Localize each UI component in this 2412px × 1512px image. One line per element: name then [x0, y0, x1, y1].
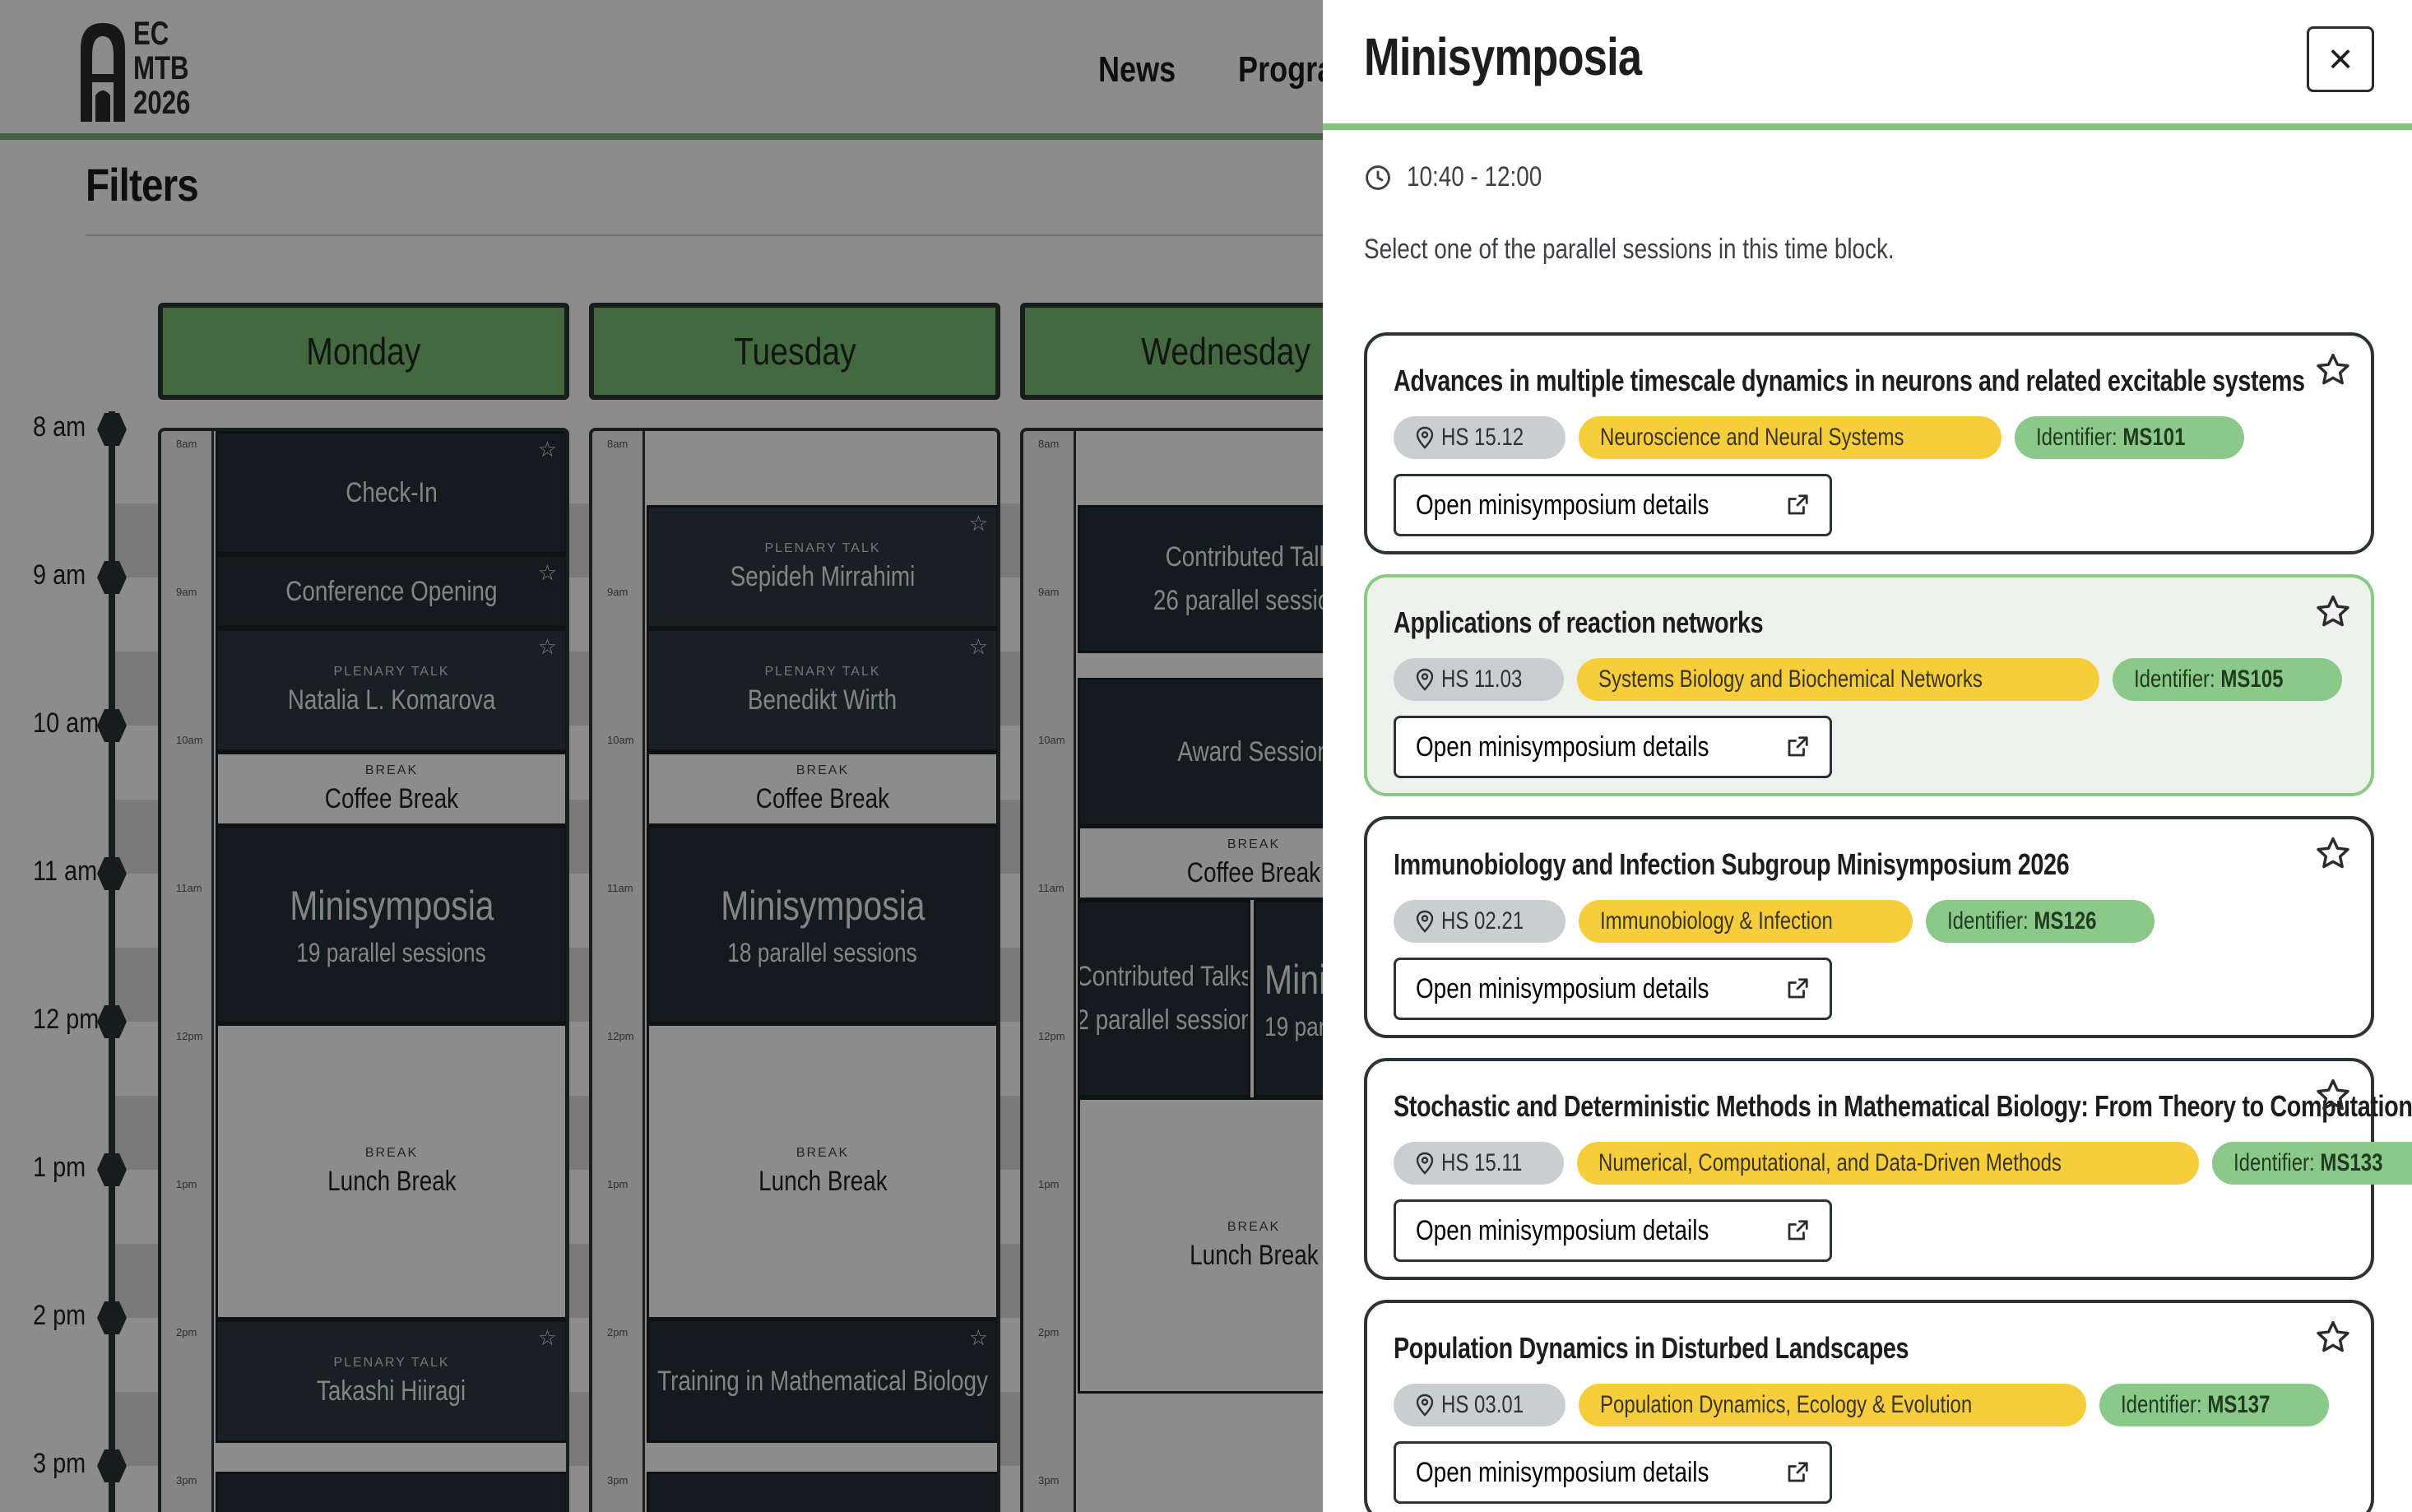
panel-intro: Select one of the parallel sessions in t… [1364, 234, 1895, 265]
topic-label: Neuroscience and Neural Systems [1600, 424, 1904, 451]
star-icon[interactable] [2313, 1318, 2353, 1357]
modal-backdrop[interactable] [0, 0, 1323, 1512]
external-link-icon [1788, 1462, 1808, 1482]
session-card[interactable]: Immunobiology and Infection Subgroup Min… [1364, 816, 2374, 1038]
topic-label: Numerical, Computational, and Data-Drive… [1598, 1149, 2062, 1176]
topic-chip: Immunobiology & Infection [1579, 900, 1913, 943]
open-details-button[interactable]: Open minisymposium details [1394, 1199, 1832, 1262]
close-button[interactable]: × [2307, 26, 2374, 92]
clock-icon [1366, 165, 1390, 190]
identifier-label: Identifier: [2134, 666, 2216, 693]
session-tags: HS 03.01 Population Dynamics, Ecology & … [1394, 1384, 2330, 1426]
topic-chip: Neuroscience and Neural Systems [1579, 416, 2001, 459]
room-chip: HS 03.01 [1394, 1384, 1566, 1426]
session-tags: HS 15.11 Numerical, Computational, and D… [1394, 1142, 2412, 1185]
open-details-button[interactable]: Open minisymposium details [1394, 958, 1832, 1020]
identifier-label: Identifier: [2121, 1391, 2203, 1418]
session-card[interactable]: Advances in multiple timescale dynamics … [1364, 332, 2374, 554]
session-title: Immunobiology and Infection Subgroup Min… [1394, 847, 2070, 881]
open-details-label: Open minisymposium details [1416, 1456, 1709, 1488]
identifier-value: MS133 [2319, 1149, 2382, 1176]
external-link-icon [1788, 736, 1808, 757]
location-pin-icon [1416, 1152, 1434, 1175]
location-pin-icon [1416, 1394, 1434, 1417]
open-details-label: Open minisymposium details [1416, 489, 1709, 521]
location-pin-icon [1416, 910, 1434, 933]
external-link-icon [1788, 494, 1808, 515]
identifier-value: MS137 [2207, 1391, 2271, 1418]
topic-chip: Population Dynamics, Ecology & Evolution [1579, 1384, 2087, 1426]
panel-title: Minisymposia [1364, 27, 1642, 86]
star-icon[interactable] [2313, 592, 2353, 632]
identifier-value: MS101 [2122, 424, 2186, 451]
topic-chip: Numerical, Computational, and Data-Drive… [1576, 1142, 2199, 1185]
room-label: HS 11.03 [1441, 666, 1523, 693]
open-details-button[interactable]: Open minisymposium details [1394, 716, 1832, 778]
identifier-label: Identifier: [2035, 424, 2117, 451]
identifier-chip: Identifier: MS126 [1925, 900, 2155, 943]
room-chip: HS 15.12 [1394, 416, 1566, 459]
location-pin-icon [1416, 668, 1434, 691]
time-range: 10:40 - 12:00 [1407, 161, 1542, 192]
room-chip: HS 15.11 [1394, 1142, 1564, 1185]
session-tags: HS 15.12 Neuroscience and Neural Systems… [1394, 416, 2244, 459]
location-pin-icon [1416, 426, 1434, 449]
star-icon[interactable] [2313, 350, 2353, 390]
room-chip: HS 11.03 [1394, 658, 1564, 701]
open-details-label: Open minisymposium details [1416, 1214, 1709, 1246]
identifier-chip: Identifier: MS105 [2113, 658, 2343, 701]
identifier-label: Identifier: [1946, 907, 2029, 935]
close-icon: × [2327, 35, 2354, 83]
external-link-icon [1788, 978, 1808, 999]
star-icon[interactable] [2313, 834, 2353, 874]
star-icon[interactable] [2313, 1076, 2353, 1115]
open-details-button[interactable]: Open minisymposium details [1394, 1441, 1832, 1504]
identifier-value: MS126 [2034, 907, 2097, 935]
identifier-chip: Identifier: MS101 [2014, 416, 2244, 459]
open-details-label: Open minisymposium details [1416, 972, 1709, 1004]
topic-label: Systems Biology and Biochemical Networks [1598, 666, 1983, 693]
session-title: Applications of reaction networks [1394, 605, 1764, 639]
room-label: HS 15.11 [1441, 1149, 1523, 1176]
identifier-value: MS105 [2220, 666, 2284, 693]
open-details-button[interactable]: Open minisymposium details [1394, 474, 1832, 536]
panel-header: Minisymposia × [1323, 0, 2412, 130]
session-card-selected[interactable]: Applications of reaction networks HS 11.… [1364, 574, 2374, 796]
identifier-chip: Identifier: MS133 [2211, 1142, 2412, 1185]
identifier-chip: Identifier: MS137 [2099, 1384, 2330, 1426]
session-title: Stochastic and Deterministic Methods in … [1394, 1089, 2412, 1123]
session-tags: HS 11.03 Systems Biology and Biochemical… [1394, 658, 2343, 701]
room-chip: HS 02.21 [1394, 900, 1566, 943]
room-label: HS 02.21 [1441, 907, 1524, 935]
topic-label: Population Dynamics, Ecology & Evolution [1600, 1391, 1973, 1418]
minisymposia-panel: Minisymposia × 10:40 - 12:00 Select one … [1323, 0, 2412, 1512]
session-title: Population Dynamics in Disturbed Landsca… [1394, 1331, 1909, 1365]
room-label: HS 03.01 [1441, 1391, 1524, 1418]
external-link-icon [1788, 1220, 1808, 1241]
session-card[interactable]: Stochastic and Deterministic Methods in … [1364, 1058, 2412, 1280]
identifier-label: Identifier: [2233, 1149, 2315, 1176]
time-block: 10:40 - 12:00 [1364, 161, 1571, 193]
room-label: HS 15.12 [1441, 424, 1524, 451]
session-tags: HS 02.21 Immunobiology & Infection Ident… [1394, 900, 2155, 943]
open-details-label: Open minisymposium details [1416, 730, 1709, 763]
session-card[interactable]: Population Dynamics in Disturbed Landsca… [1364, 1300, 2374, 1512]
topic-chip: Systems Biology and Biochemical Networks [1576, 658, 2100, 701]
topic-label: Immunobiology & Infection [1600, 907, 1833, 935]
session-title: Advances in multiple timescale dynamics … [1394, 364, 2305, 397]
